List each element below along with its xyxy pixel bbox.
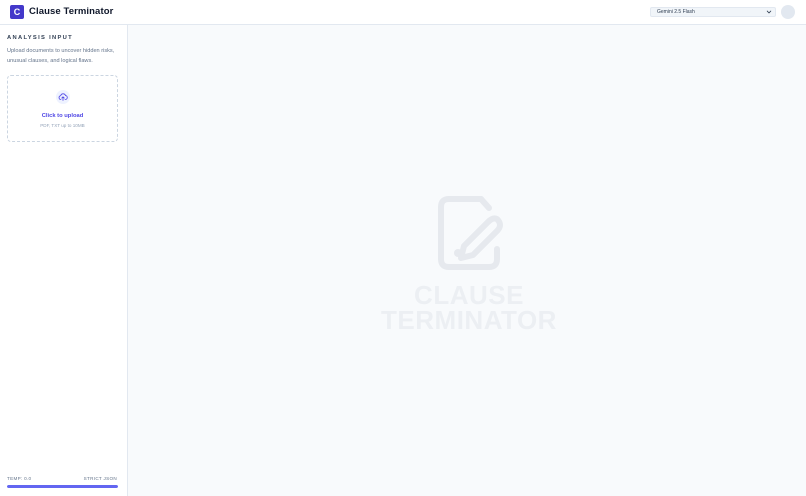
model-select-value: Gemini 2.5 Flash xyxy=(657,9,695,15)
app-title: Clause Terminator xyxy=(29,6,114,17)
app-logo: C xyxy=(10,5,24,19)
main-panel: CLAUSE TERMINATOR xyxy=(129,25,806,496)
sidebar: ANALYSIS INPUT Upload documents to uncov… xyxy=(0,25,128,496)
upload-hint: PDF, TXT up to 10MB xyxy=(40,123,85,128)
app-root: C Clause Terminator Gemini 2.5 Flash ANA… xyxy=(0,0,806,496)
upload-dropzone[interactable]: Click to upload PDF, TXT up to 10MB xyxy=(7,75,118,142)
section-title: ANALYSIS INPUT xyxy=(7,35,73,41)
watermark-line-2: TERMINATOR xyxy=(381,305,557,335)
chevron-down-icon xyxy=(766,10,772,14)
temperature-label: TEMP: 0.0 xyxy=(7,476,32,481)
cloud-upload-icon xyxy=(58,93,68,101)
edit-document-icon xyxy=(438,196,503,270)
upload-title: Click to upload xyxy=(41,113,84,119)
top-bar: C Clause Terminator Gemini 2.5 Flash xyxy=(0,0,806,25)
user-avatar[interactable] xyxy=(781,5,795,19)
progress-fill xyxy=(7,485,118,488)
model-select[interactable]: Gemini 2.5 Flash xyxy=(650,7,776,17)
upload-icon-badge xyxy=(56,90,70,104)
section-description: Upload documents to uncover hidden risks… xyxy=(7,48,115,64)
progress-track xyxy=(7,485,118,488)
watermark-text: CLAUSE TERMINATOR xyxy=(309,282,629,335)
output-mode-label: STRICT JSON xyxy=(83,476,117,481)
